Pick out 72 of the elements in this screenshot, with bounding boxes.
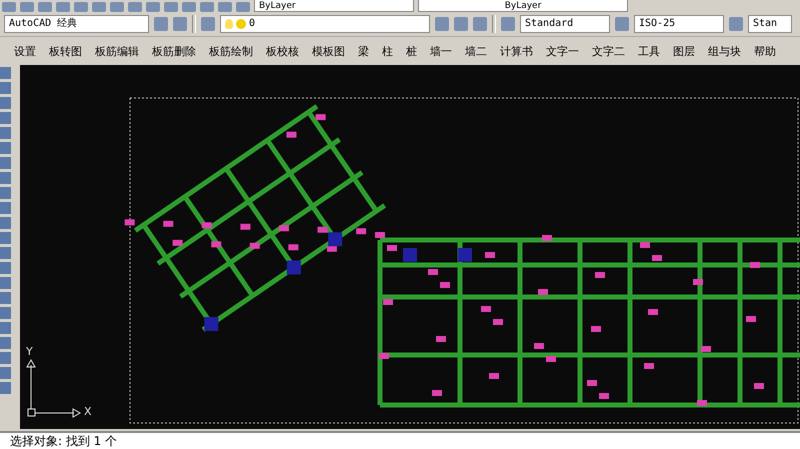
toolbar-icon[interactable] (0, 382, 11, 394)
toolbar-icon[interactable] (0, 67, 11, 79)
table-style-dropdown[interactable]: Stan (748, 15, 792, 33)
toolbar-icon[interactable] (0, 202, 11, 214)
toolbar-icon[interactable] (0, 277, 11, 289)
toolbar-icon[interactable] (0, 352, 11, 364)
toolbar-icon[interactable] (0, 307, 11, 319)
menu-item[interactable]: 桩 (406, 44, 417, 58)
toolbar-icon[interactable] (38, 2, 52, 12)
toolbar-icon[interactable] (110, 2, 124, 12)
text-style-dropdown[interactable]: Standard (520, 15, 610, 33)
toolbar-icon[interactable] (0, 217, 11, 229)
linetype-dropdown[interactable]: ByLayer (418, 0, 628, 12)
toolbar-icon[interactable] (92, 2, 106, 12)
menu-item[interactable]: 板校核 (266, 44, 299, 58)
toolbar-icon[interactable] (128, 2, 142, 12)
menu-item[interactable]: 模板图 (312, 44, 345, 58)
menu-item[interactable]: 计算书 (500, 44, 533, 58)
y-axis-label: Y (26, 345, 33, 358)
toolbar-icon[interactable] (164, 2, 178, 12)
toolbar-icon[interactable] (0, 292, 11, 304)
menu-item[interactable]: 图层 (673, 44, 695, 58)
toolbar-icon[interactable] (0, 127, 11, 139)
toolbar-icon[interactable] (0, 337, 11, 349)
ucs-axes-icon (24, 357, 82, 419)
toolbar-icon[interactable] (2, 2, 16, 12)
menu-item[interactable]: 板转图 (49, 44, 82, 58)
menu-item[interactable]: 板筋绘制 (209, 44, 253, 58)
menu-item[interactable]: 板筋编辑 (95, 44, 139, 58)
menu-item[interactable]: 组与块 (708, 44, 741, 58)
menu-item[interactable]: 文字二 (592, 44, 625, 58)
toolbar-icon[interactable] (0, 262, 11, 274)
dim-style-dropdown[interactable]: ISO-25 (634, 15, 724, 33)
toolbar-icon[interactable] (0, 172, 11, 184)
toolbar-icon[interactable] (20, 2, 34, 12)
command-text: 选择对象: 找到 1 个 (10, 434, 118, 448)
x-axis-label: X (84, 405, 92, 418)
menu-item[interactable]: 帮助 (754, 44, 776, 58)
toolbar-icon[interactable] (454, 17, 468, 31)
toolbar-icon[interactable] (0, 187, 11, 199)
layer-dropdown[interactable]: 0 (220, 15, 430, 33)
menu-item[interactable]: 柱 (382, 44, 393, 58)
toolbar-icon[interactable] (435, 17, 449, 31)
toolbar-icon[interactable] (218, 2, 232, 12)
menu-item[interactable]: 文字一 (546, 44, 579, 58)
toolbar-icon[interactable] (0, 157, 11, 169)
workspace-dropdown[interactable]: AutoCAD 经典 (4, 15, 149, 33)
menu-item[interactable]: 梁 (358, 44, 369, 58)
toolbar-icon[interactable] (0, 367, 11, 379)
toolbar-icon[interactable] (473, 17, 487, 31)
toolbar-icon[interactable] (173, 17, 187, 31)
toolbar-icon[interactable] (182, 2, 196, 12)
drawing-canvas[interactable]: Y X (20, 65, 800, 429)
color-dropdown[interactable]: ByLayer (254, 0, 414, 12)
lightbulb-icon (225, 19, 233, 29)
menu-item[interactable]: 板筋删除 (152, 44, 196, 58)
toolbar-icon[interactable] (74, 2, 88, 12)
toolbar-icon[interactable] (0, 322, 11, 334)
toolbar-icon[interactable] (146, 2, 160, 12)
toolbar-icon[interactable] (236, 2, 250, 12)
toolbar-icon[interactable] (0, 112, 11, 124)
menu-item[interactable]: 墙一 (430, 44, 452, 58)
toolbar-icon[interactable] (0, 82, 11, 94)
toolbar-icon[interactable] (0, 142, 11, 154)
menu-item[interactable]: 墙二 (465, 44, 487, 58)
toolbar-icon[interactable] (56, 2, 70, 12)
toolbar-icon[interactable] (0, 97, 11, 109)
menu-item[interactable]: 工具 (638, 44, 660, 58)
menu-item[interactable]: 设置 (14, 44, 36, 58)
toolbar-icon[interactable] (200, 2, 214, 12)
toolbar-icon[interactable] (0, 247, 11, 259)
toolbar-icon[interactable] (0, 232, 11, 244)
